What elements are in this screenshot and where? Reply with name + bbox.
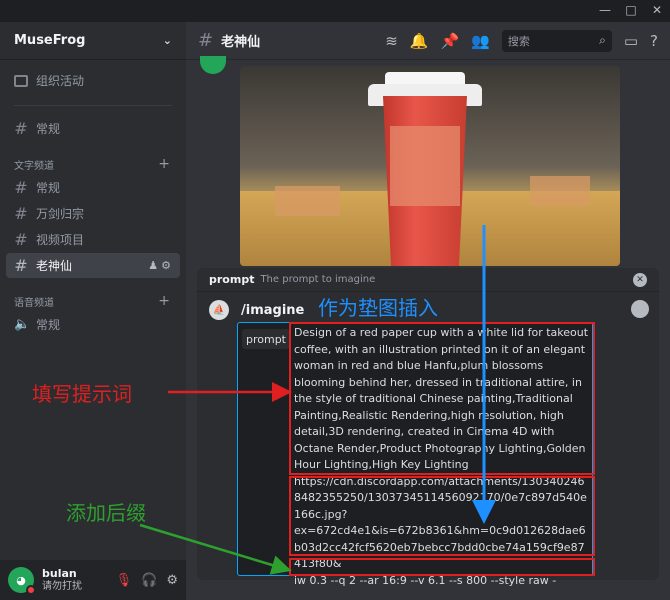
events-item[interactable]: 组织活动: [6, 68, 180, 93]
channel-settings-icons[interactable]: ♟⚙: [148, 259, 174, 272]
suffix-highlight-box: [289, 558, 595, 576]
suffix-note: 添加后缀: [66, 501, 146, 525]
mic-muted-icon[interactable]: 🎙: [116, 573, 133, 588]
message-avatar[interactable]: [200, 56, 226, 74]
maximize-button[interactable]: □: [624, 3, 638, 17]
search-input[interactable]: 搜索 ⌕: [501, 29, 612, 52]
hash-icon: #: [14, 230, 28, 249]
channel-list: 组织活动 # 常规 文字频道 + # 常规 # 万剑归宗 # 视频项目 # 老神…: [0, 60, 186, 346]
image-note: 作为垫图插入: [318, 296, 438, 320]
threads-icon[interactable]: ≋: [385, 32, 398, 50]
discord-logo-icon: ◕: [16, 573, 26, 587]
add-channel-icon[interactable]: +: [158, 156, 170, 172]
inbox-icon[interactable]: ▭: [624, 32, 638, 50]
prompt-note: 填写提示词: [32, 382, 132, 406]
cup-illustration: [390, 126, 460, 206]
category-voice-channels[interactable]: 语音频道 +: [6, 290, 180, 312]
hash-icon: #: [14, 256, 28, 275]
url-highlight-box: [289, 476, 595, 556]
emoji-icon[interactable]: [631, 300, 649, 318]
hash-icon: #: [198, 30, 214, 51]
user-controls: 🎙 🎧 ⚙: [116, 573, 178, 588]
command-row: ⛵ /imagine: [209, 300, 304, 320]
option-label: prompt: [242, 329, 290, 349]
chevron-down-icon: ⌄: [162, 34, 172, 47]
calendar-icon: [14, 74, 28, 87]
hash-icon: #: [14, 204, 28, 223]
category-label: 文字频道: [14, 160, 54, 172]
close-window-button[interactable]: ✕: [650, 3, 664, 17]
channel-item-general[interactable]: # 常规: [6, 175, 180, 200]
window-titlebar: — □ ✕: [0, 0, 670, 22]
channel-header: # 老神仙 ≋ 🔔 📌 👥 搜索 ⌕ ▭ ?: [186, 22, 670, 60]
events-label: 组织活动: [36, 74, 85, 88]
channel-item-video[interactable]: # 视频项目: [6, 227, 180, 252]
channel-label: 万剑归宗: [36, 207, 85, 221]
bot-avatar-icon: ⛵: [209, 300, 229, 320]
param-hint: prompt The prompt to imagine ✕: [197, 268, 659, 292]
mosaic-right: [530, 176, 590, 206]
category-text-channels[interactable]: 文字频道 +: [6, 153, 180, 175]
hash-icon: #: [14, 119, 28, 138]
server-header[interactable]: MuseFrog ⌄: [0, 22, 186, 60]
window-controls: — □ ✕: [598, 3, 664, 17]
divider: [14, 94, 172, 106]
prompt-highlight-box: [289, 322, 595, 475]
members-icon[interactable]: 👥: [471, 32, 490, 50]
channel-item-general-top[interactable]: # 常规: [6, 116, 180, 141]
search-icon: ⌕: [599, 33, 606, 47]
headphones-icon[interactable]: 🎧: [141, 573, 157, 588]
channel-label: 常规: [36, 122, 61, 136]
dnd-status-icon: [26, 585, 36, 595]
param-description: The prompt to imagine: [260, 274, 376, 285]
pin-icon[interactable]: 📌: [440, 32, 459, 50]
mosaic-left: [275, 186, 340, 216]
channel-item-laoshenxian[interactable]: # 老神仙 ♟⚙: [6, 253, 180, 278]
speaker-icon: 🔈: [14, 317, 31, 332]
bell-icon[interactable]: 🔔: [410, 32, 429, 50]
channel-title: 老神仙: [221, 35, 261, 50]
user-panel: ◕ bulan 请勿打扰 🎙 🎧 ⚙: [0, 560, 186, 600]
search-placeholder: 搜索: [507, 34, 530, 48]
channel-item-wanjian[interactable]: # 万剑归宗: [6, 201, 180, 226]
user-name: bulan: [42, 567, 77, 580]
category-label: 语音频道: [14, 297, 54, 309]
channel-label: 老神仙: [36, 259, 73, 273]
gear-icon[interactable]: ⚙: [166, 573, 178, 588]
server-name: MuseFrog: [14, 33, 86, 48]
voice-channel-general[interactable]: 🔈 常规: [6, 312, 180, 337]
minimize-button[interactable]: —: [598, 3, 612, 17]
user-info[interactable]: bulan 请勿打扰: [42, 567, 82, 593]
message-image[interactable]: [240, 66, 620, 266]
avatar[interactable]: ◕: [8, 567, 36, 595]
channel-label: 常规: [36, 318, 61, 332]
close-icon[interactable]: ✕: [633, 272, 647, 287]
param-name: prompt: [209, 273, 255, 286]
add-channel-icon[interactable]: +: [158, 293, 170, 309]
header-toolbar: ≋ 🔔 📌 👥 搜索 ⌕ ▭ ?: [385, 29, 658, 52]
help-icon[interactable]: ?: [650, 32, 658, 50]
user-status: 请勿打扰: [42, 581, 82, 592]
hash-icon: #: [14, 178, 28, 197]
command-name: /imagine: [241, 302, 305, 318]
channel-label: 常规: [36, 181, 61, 195]
channel-label: 视频项目: [36, 233, 85, 247]
